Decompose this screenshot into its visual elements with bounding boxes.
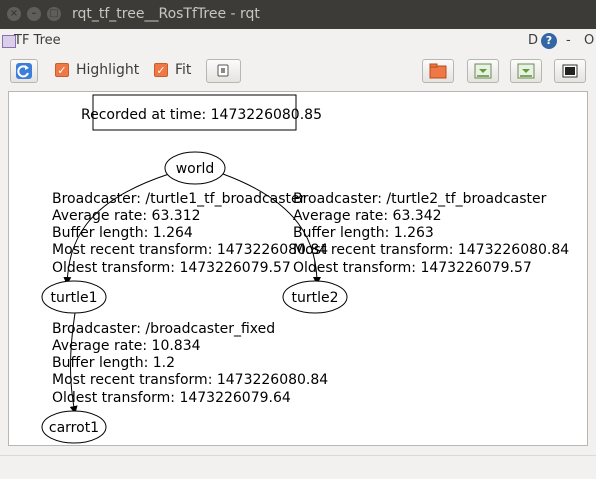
help-button[interactable]: ? bbox=[541, 33, 557, 49]
edge-label-turtle1-carrot1: Broadcaster: /broadcaster_fixed Average … bbox=[52, 321, 328, 406]
refresh-icon bbox=[16, 63, 32, 79]
fit-label: Fit bbox=[175, 62, 192, 78]
node-carrot1-label: carrot1 bbox=[49, 420, 99, 436]
node-carrot1[interactable]: carrot1 bbox=[41, 410, 107, 444]
edge-info-line: Average rate: 63.342 bbox=[293, 208, 442, 224]
edge-label-world-turtle1: Broadcaster: /turtle1_tf_broadcaster Ave… bbox=[52, 191, 328, 276]
edge-info-line: Average rate: 10.834 bbox=[52, 338, 201, 354]
dock-button[interactable]: D bbox=[528, 33, 538, 48]
save-image-button[interactable] bbox=[554, 59, 586, 83]
minimize-window-button[interactable]: – bbox=[27, 7, 41, 21]
edge-info-line: Most recent transform: 1473226080.84 bbox=[52, 242, 328, 258]
node-turtle1-label: turtle1 bbox=[50, 290, 97, 306]
close-window-button[interactable]: × bbox=[7, 7, 21, 21]
highlight-label: Highlight bbox=[76, 62, 140, 78]
save-icon bbox=[474, 63, 492, 79]
folder-icon bbox=[429, 63, 447, 79]
save-dot-button[interactable] bbox=[467, 59, 499, 83]
plugin-titlebar: TF Tree D ? - O bbox=[0, 29, 596, 54]
highlight-checkbox[interactable]: ✓ bbox=[55, 63, 69, 77]
edge-info-line: Broadcaster: /turtle2_tf_broadcaster bbox=[293, 191, 547, 207]
node-world-label: world bbox=[176, 161, 215, 177]
toolbar: ✓ Highlight ✓ Fit bbox=[0, 54, 596, 88]
edge-info-line: Average rate: 63.312 bbox=[52, 208, 201, 224]
close-plugin-button[interactable]: O bbox=[584, 33, 594, 48]
maximize-icon: □ bbox=[49, 8, 59, 19]
edge-label-world-turtle2: Broadcaster: /turtle2_tf_broadcaster Ave… bbox=[293, 191, 569, 276]
edge-info-line: Oldest transform: 1473226079.57 bbox=[293, 260, 532, 276]
minimize-plugin-button[interactable]: - bbox=[566, 33, 571, 48]
edge-info-line: Buffer length: 1.2 bbox=[52, 355, 175, 371]
save-icon bbox=[517, 63, 535, 79]
fit-view-icon bbox=[217, 64, 229, 77]
fit-checkbox[interactable]: ✓ bbox=[154, 63, 168, 77]
edge-info-line: Oldest transform: 1473226079.57 bbox=[52, 260, 291, 276]
tf-tree-graph: Recorded at time: 1473226080.85 world tu… bbox=[41, 94, 569, 444]
node-turtle2[interactable]: turtle2 bbox=[282, 280, 348, 314]
edge-info-line: Oldest transform: 1473226079.64 bbox=[52, 390, 291, 406]
window-title: rqt_tf_tree__RosTfTree - rqt bbox=[72, 6, 260, 22]
refresh-button[interactable] bbox=[10, 59, 38, 83]
fit-view-button[interactable] bbox=[206, 59, 241, 83]
maximize-window-button[interactable]: □ bbox=[47, 7, 61, 21]
node-turtle2-label: turtle2 bbox=[291, 290, 338, 306]
window-titlebar: × – □ rqt_tf_tree__RosTfTree - rqt bbox=[0, 0, 596, 29]
node-world[interactable]: world bbox=[164, 151, 226, 185]
edge-info-line: Buffer length: 1.263 bbox=[293, 225, 434, 241]
image-icon bbox=[562, 64, 578, 78]
node-turtle1[interactable]: turtle1 bbox=[41, 280, 107, 314]
edge-info-line: Buffer length: 1.264 bbox=[52, 225, 193, 241]
minimize-icon: – bbox=[31, 8, 37, 19]
edge-info-line: Most recent transform: 1473226080.84 bbox=[293, 242, 569, 258]
status-bar bbox=[0, 455, 596, 479]
edge-info-line: Most recent transform: 1473226080.84 bbox=[52, 372, 328, 388]
edge-info-line: Broadcaster: /turtle1_tf_broadcaster bbox=[52, 191, 306, 207]
open-file-button[interactable] bbox=[422, 59, 454, 83]
tf-tree-graph-view[interactable]: Recorded at time: 1473226080.85 world tu… bbox=[8, 91, 588, 446]
recorded-time-label: Recorded at time: 1473226080.85 bbox=[81, 107, 322, 123]
close-icon: × bbox=[9, 8, 19, 19]
save-svg-button[interactable] bbox=[510, 59, 542, 83]
plugin-title: TF Tree bbox=[14, 33, 61, 48]
edge-info-line: Broadcaster: /broadcaster_fixed bbox=[52, 321, 275, 337]
